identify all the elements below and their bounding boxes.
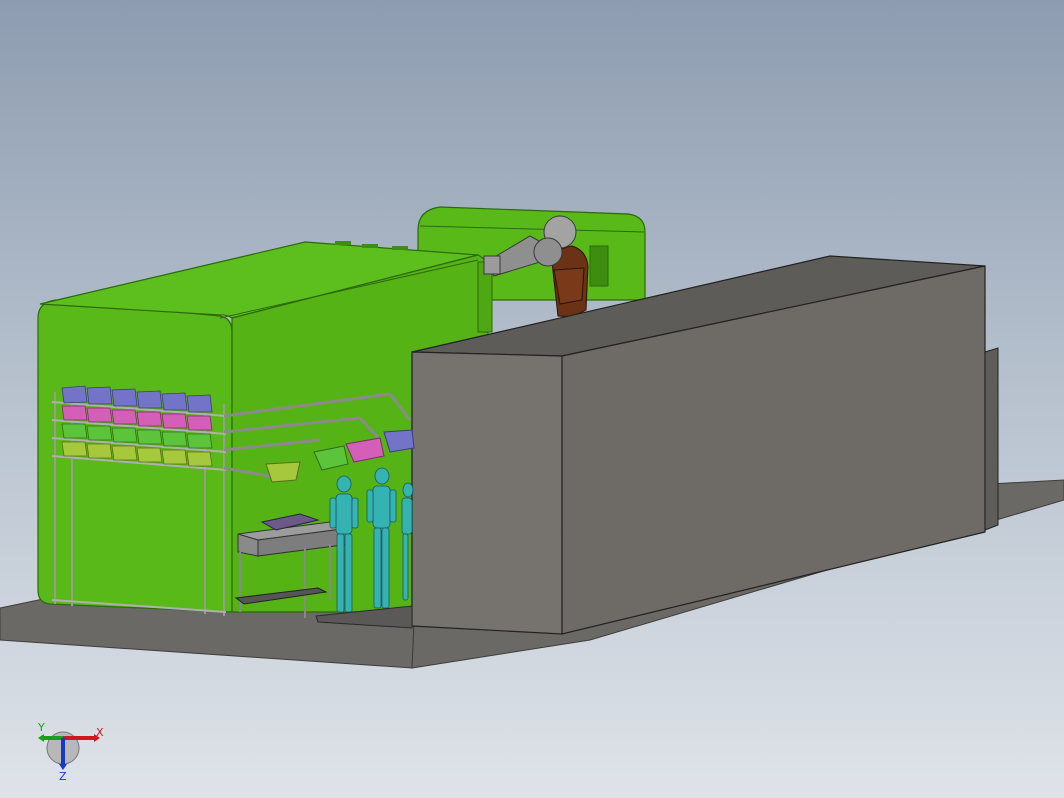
y-axis-label: Y bbox=[37, 721, 45, 734]
z-axis-label: Z bbox=[59, 770, 67, 783]
rear-machine-window bbox=[589, 245, 609, 287]
cad-scene[interactable] bbox=[0, 0, 1064, 798]
roof-fitting bbox=[335, 241, 351, 245]
enclosure-back-panel bbox=[984, 347, 999, 531]
robot-wrist bbox=[483, 255, 501, 275]
roof-fitting bbox=[362, 244, 378, 248]
robot-elbow-joint bbox=[533, 237, 563, 267]
x-axis-label: X bbox=[96, 726, 104, 739]
roof-fitting bbox=[392, 246, 408, 250]
enclosure-front-face bbox=[411, 351, 563, 635]
y-axis-arrowhead bbox=[38, 734, 44, 742]
orientation-triad[interactable]: X Y Z bbox=[30, 718, 120, 788]
grey-enclosure[interactable] bbox=[411, 255, 999, 635]
3d-graphics-viewport[interactable]: X Y Z bbox=[0, 0, 1064, 798]
